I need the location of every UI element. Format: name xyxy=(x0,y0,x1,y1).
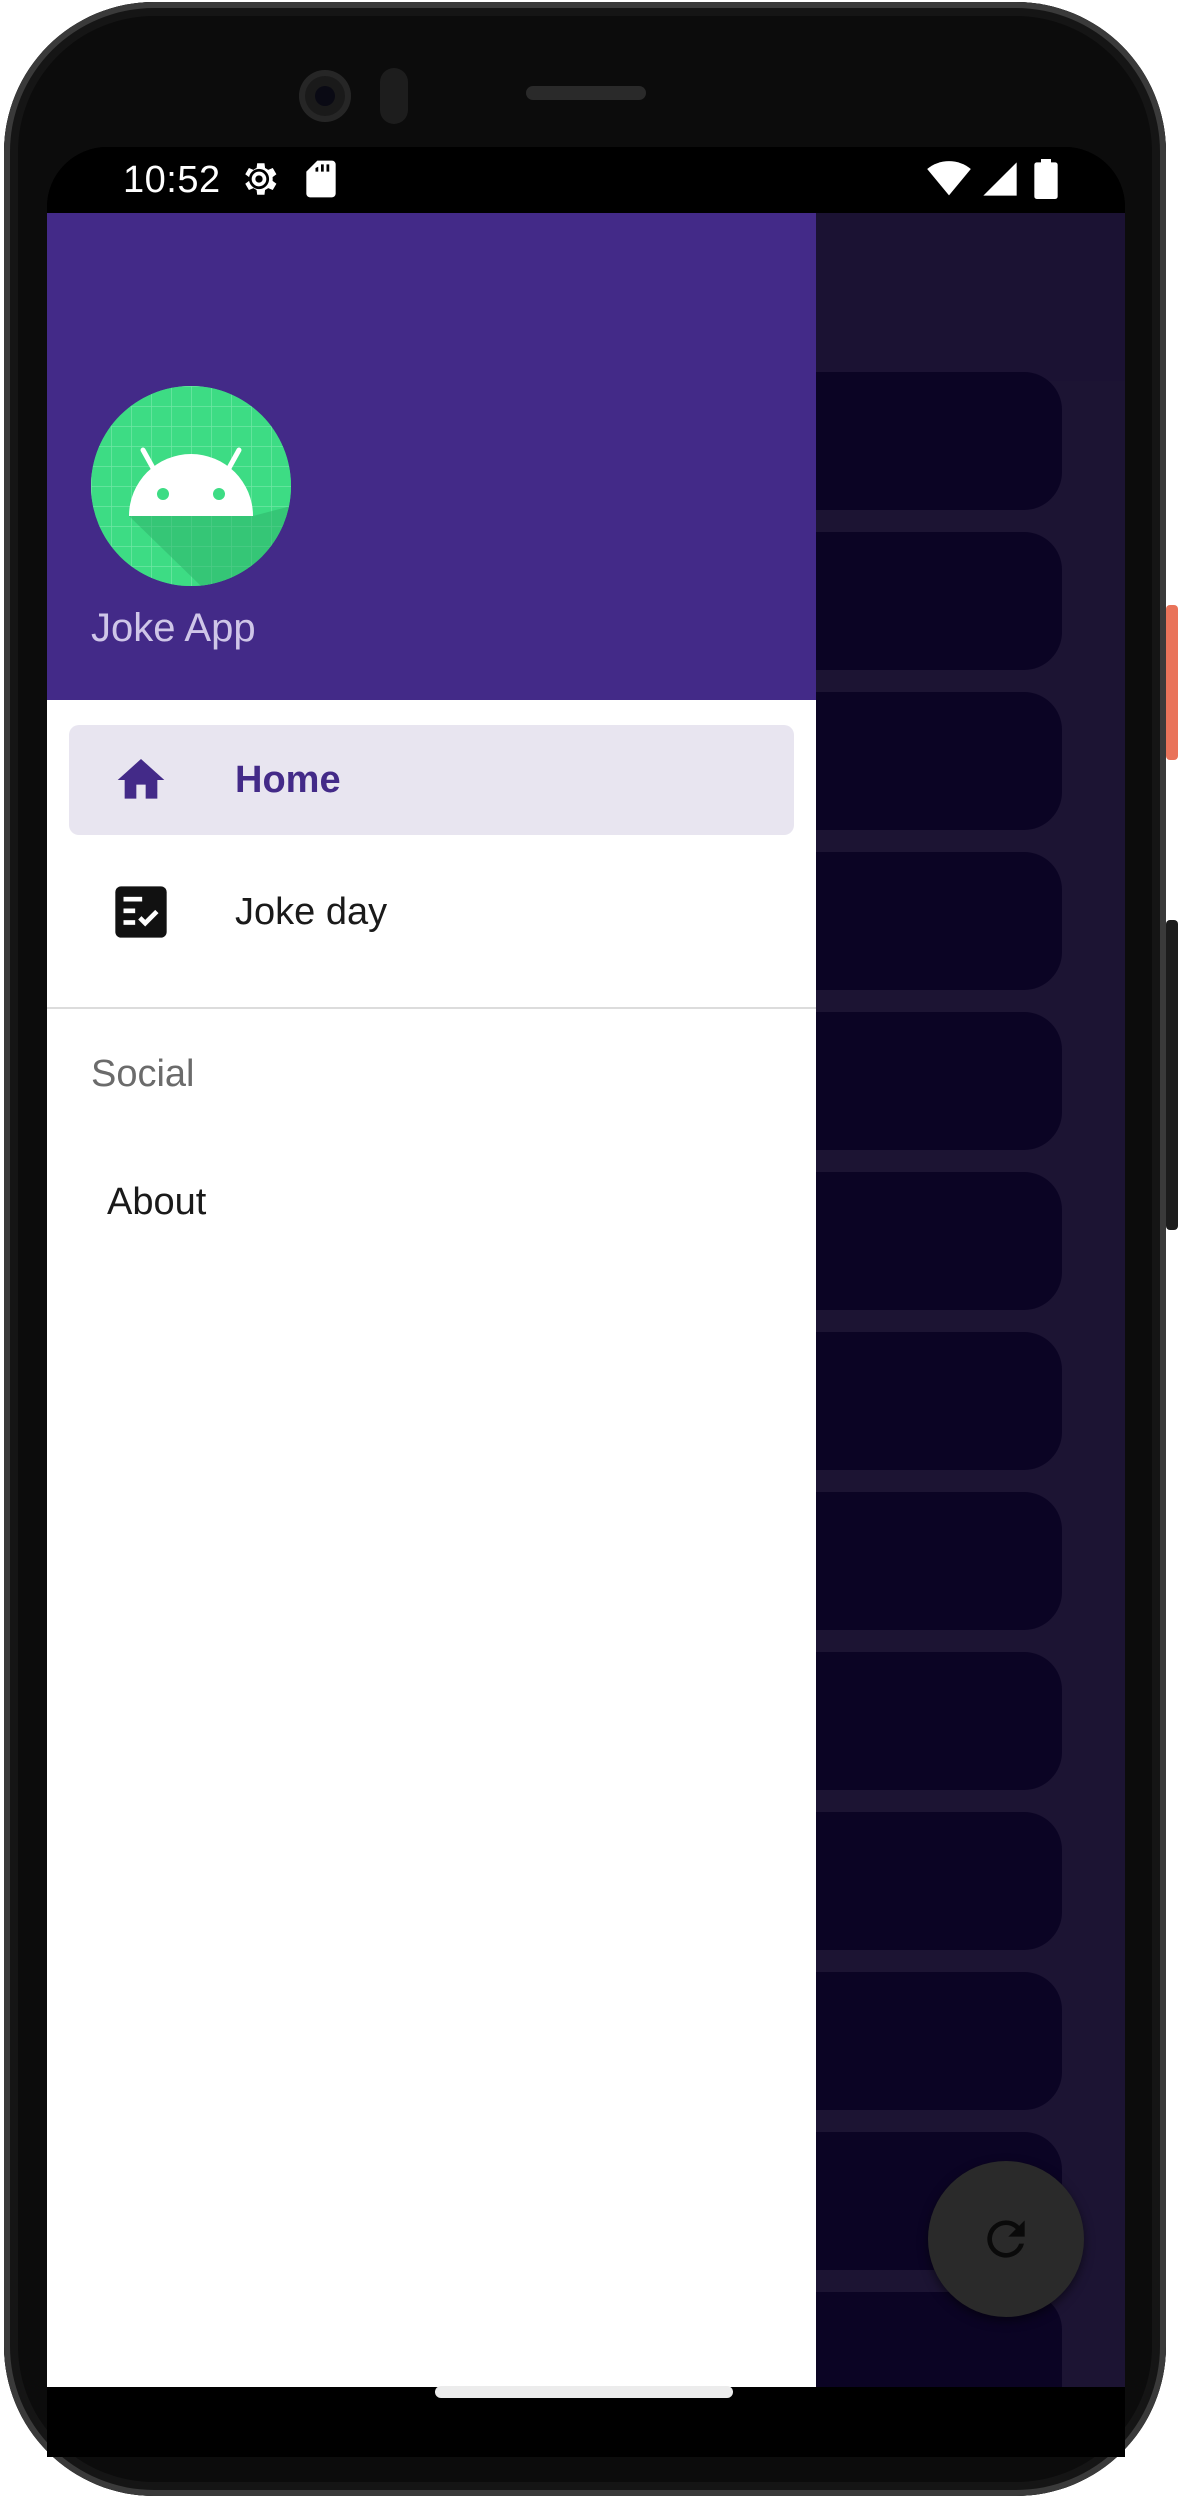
screen: 10:52 Joke App Home Joke day Social Abou… xyxy=(47,147,1125,2387)
earpiece-speaker xyxy=(526,86,646,100)
signal-icon xyxy=(983,162,1017,196)
sd-card-icon xyxy=(306,160,336,198)
nav-item-about[interactable]: About xyxy=(107,1181,206,1224)
settings-icon xyxy=(245,163,277,195)
volume-button xyxy=(1166,920,1178,1230)
app-avatar xyxy=(91,386,291,586)
phone-frame: 10:52 Joke App Home Joke day Social Abou… xyxy=(0,0,1178,2498)
android-icon xyxy=(91,386,291,586)
nav-item-home-label: Home xyxy=(235,759,341,801)
nav-item-home[interactable]: Home xyxy=(69,725,794,835)
home-icon xyxy=(117,759,165,799)
proximity-sensor xyxy=(380,68,408,124)
status-time: 10:52 xyxy=(123,159,221,201)
drawer-divider xyxy=(47,1007,816,1009)
nav-item-joke-day-label: Joke day xyxy=(235,891,388,933)
nav-item-joke-day[interactable]: Joke day xyxy=(69,857,794,967)
checklist-icon xyxy=(115,886,167,938)
front-camera xyxy=(299,70,351,122)
refresh-fab[interactable] xyxy=(928,2161,1084,2317)
navigation-drawer: Joke App Home Joke day Social About xyxy=(47,213,816,2387)
drawer-app-name: Joke App xyxy=(91,606,256,650)
refresh-icon xyxy=(987,2220,1025,2258)
home-gesture-pill[interactable] xyxy=(435,2386,733,2398)
power-button xyxy=(1166,605,1178,760)
status-bar: 10:52 xyxy=(47,147,1125,213)
drawer-header: Joke App xyxy=(47,213,816,700)
wifi-icon xyxy=(927,161,971,196)
section-title-social: Social xyxy=(91,1053,195,1095)
battery-icon xyxy=(1034,159,1058,199)
